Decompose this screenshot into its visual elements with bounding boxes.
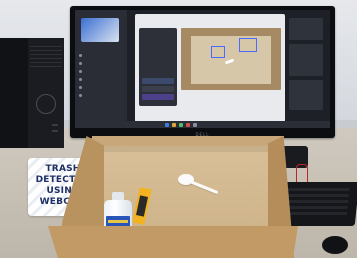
detection-box <box>239 38 257 52</box>
box-inner-shadow <box>98 146 280 152</box>
webcam-feed <box>181 28 281 90</box>
taskbar-app-icon[interactable] <box>165 122 169 127</box>
detection-box <box>211 46 225 58</box>
usb-port <box>52 124 58 126</box>
taskbar-app-icon[interactable] <box>186 122 190 127</box>
wrapper-print <box>136 195 148 217</box>
tower-vent <box>30 66 62 67</box>
control-card <box>139 28 177 106</box>
tower-vent <box>30 54 62 55</box>
photo: DELL TRASH DETECTOR USING WEBCAM <box>0 0 357 258</box>
taskbar-app-icon[interactable] <box>172 122 176 127</box>
app-thumbnail <box>81 18 119 42</box>
monitor: DELL <box>70 6 335 138</box>
taskbar <box>75 121 330 128</box>
box-front-wall <box>48 226 298 258</box>
stats-block <box>289 18 323 40</box>
nav-dot-icon <box>79 70 82 73</box>
pc-tower <box>0 38 64 148</box>
usb-port <box>52 130 58 132</box>
dell-logo-icon <box>36 94 56 114</box>
main-panel <box>135 14 285 122</box>
tower-vent <box>30 50 62 51</box>
nav-dot-icon <box>79 94 82 97</box>
bottle-label-strip <box>108 220 128 223</box>
stats-block <box>289 44 323 76</box>
stats-column <box>289 14 323 122</box>
taskbar-app-icon[interactable] <box>179 122 183 127</box>
stats-block <box>289 80 323 110</box>
taskbar-app-icon[interactable] <box>193 122 197 127</box>
tower-vent <box>30 46 62 47</box>
plastic-spoon <box>178 174 220 195</box>
mouse <box>322 236 348 254</box>
nav-dot-icon <box>79 62 82 65</box>
nav-dot-icon <box>79 78 82 81</box>
app-sidebar <box>75 10 127 128</box>
nav-dot-icon <box>79 86 82 89</box>
tower-vent <box>30 62 62 63</box>
monitor-screen <box>75 10 330 128</box>
nav-dot-icon <box>79 54 82 57</box>
tower-vent <box>30 58 62 59</box>
control-button[interactable] <box>142 94 174 100</box>
control-button[interactable] <box>142 86 174 92</box>
control-button[interactable] <box>142 78 174 84</box>
